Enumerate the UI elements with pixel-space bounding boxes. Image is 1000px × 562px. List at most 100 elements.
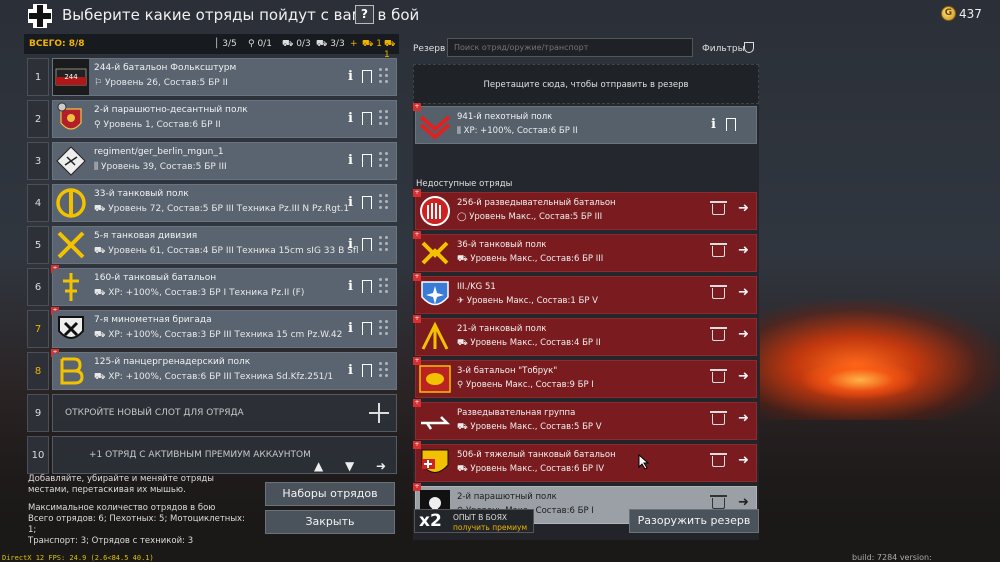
- info-icon[interactable]: i: [711, 117, 716, 132]
- arrow-right-icon[interactable]: ➜: [738, 327, 749, 342]
- arrow-right-icon[interactable]: ➜: [738, 243, 749, 258]
- unavailable-squad-row[interactable]: + 3-й батальон "Тобрук" ⚲ Уровень Макс.,…: [413, 357, 757, 398]
- search-input[interactable]: [447, 38, 693, 57]
- squad-presets-button[interactable]: Наборы отрядов: [265, 482, 395, 506]
- plus-icon[interactable]: [369, 403, 389, 423]
- squad-row[interactable]: 7 + 7-я минометная бригада ⛟ XP: +100%, …: [27, 307, 397, 348]
- drop-zone[interactable]: Перетащите сюда, чтобы отправить в резер…: [413, 64, 759, 104]
- bookmark-icon[interactable]: [362, 364, 372, 377]
- arrow-right-icon[interactable]: ➜: [738, 495, 749, 510]
- squad-emblem-icon: [419, 365, 451, 393]
- unavailable-squad-row[interactable]: + 506-й тяжелый танковый батальон ⛟ Уров…: [413, 441, 757, 482]
- bookmark-icon[interactable]: [362, 196, 372, 209]
- info-icon[interactable]: i: [348, 69, 354, 84]
- squad-name: 2-й парашютно-десантный полк: [94, 105, 248, 115]
- info-icon[interactable]: i: [348, 153, 354, 168]
- stat-infantry: │ 3/5: [214, 39, 237, 49]
- filters-label[interactable]: Фильтры: [702, 44, 745, 54]
- squad-row[interactable]: 2 2-й парашютно-десантный полк ⚲ Уровень…: [27, 100, 397, 138]
- premium-slot-label: +1 ОТРЯД С АКТИВНЫМ ПРЕМИУМ АККАУНТОМ: [89, 450, 311, 460]
- bookmark-icon[interactable]: [726, 118, 736, 131]
- build-version: build: 7284 version: 0.7.3.37@callisto: [852, 553, 932, 562]
- info-icon[interactable]: i: [348, 321, 354, 336]
- filter-shield-icon[interactable]: [744, 42, 754, 53]
- arrow-right-icon[interactable]: ➜: [738, 201, 749, 216]
- squad-row[interactable]: 4 33-й танковый полк ⛟ Уровень 72, Соста…: [27, 184, 397, 222]
- buy-basket-icon[interactable]: [710, 243, 727, 257]
- unavailable-squad-row[interactable]: + Разведывательная группа ⛟ Уровень Макс…: [413, 399, 757, 440]
- stat-vehicles: ⛟ 3/3: [316, 39, 345, 49]
- buy-basket-icon[interactable]: [710, 285, 727, 299]
- bookmark-icon[interactable]: [362, 280, 372, 293]
- squad-meta: ⚲ Уровень 1, Состав:6 БР II: [94, 120, 221, 130]
- bookmark-icon[interactable]: [362, 70, 372, 83]
- get-premium-link[interactable]: получить премиум: [453, 523, 527, 532]
- buy-basket-icon[interactable]: [710, 369, 727, 383]
- squad-name: 36-й танковый полк: [457, 240, 547, 250]
- info-icon[interactable]: i: [348, 195, 354, 210]
- max-squads-line1: Всего отрядов: 6; Пехотных: 5; Мотоцикле…: [28, 514, 245, 535]
- buy-basket-icon[interactable]: [710, 327, 727, 341]
- arrow-right-icon[interactable]: ➜: [738, 411, 749, 426]
- buy-basket-icon[interactable]: [710, 495, 727, 509]
- drag-handle-icon[interactable]: [379, 68, 389, 84]
- slot-number: 5: [27, 226, 49, 264]
- squad-row[interactable]: 3 regiment/ger_berlin_mgun_1 ⫼ Уровень 3…: [27, 142, 397, 180]
- bookmark-icon[interactable]: [362, 322, 372, 335]
- stat-artillery: ⛟ 0/3: [282, 39, 311, 49]
- drag-handle-icon[interactable]: [379, 194, 389, 210]
- max-squads-title: Максимальное количество отрядов в бою: [28, 503, 216, 513]
- empty-slot-row[interactable]: 9 ОТКРОЙТЕ НОВЫЙ СЛОТ ДЛЯ ОТРЯДА: [27, 394, 397, 432]
- drag-handle-icon[interactable]: [379, 236, 389, 252]
- arrow-right-icon[interactable]: ➜: [738, 453, 749, 468]
- help-text: Добавляйте, убирайте и меняйте отряды ме…: [28, 474, 253, 547]
- squad-row[interactable]: 8 + 125-й панцергренадерский полк ⛟ XP: …: [27, 349, 397, 390]
- buy-basket-icon[interactable]: [710, 453, 727, 467]
- info-icon[interactable]: i: [348, 111, 354, 126]
- drag-handle-icon[interactable]: [379, 110, 389, 126]
- gold-coin-icon: G: [941, 6, 956, 21]
- squad-name: 256-й разведывательный батальон: [457, 198, 616, 208]
- drag-handle-icon[interactable]: [379, 320, 389, 336]
- arrow-down-icon[interactable]: ▼: [345, 459, 354, 473]
- open-slot-card[interactable]: ОТКРОЙТЕ НОВЫЙ СЛОТ ДЛЯ ОТРЯДА: [52, 394, 397, 432]
- unavailable-squad-row[interactable]: + 21-й танковый полк ⛟ Уровень Макс., Со…: [413, 315, 757, 356]
- info-icon[interactable]: i: [348, 363, 354, 378]
- info-icon[interactable]: i: [348, 237, 354, 252]
- arrow-right-icon[interactable]: ➜: [738, 285, 749, 300]
- squad-meta: ⛟ Уровень Макс., Состав:4 БР II: [457, 338, 601, 348]
- reserve-squad-row[interactable]: + 941-й пехотный полк ⫼ XP: +100%, Соста…: [413, 103, 757, 144]
- help-button[interactable]: ?: [355, 5, 374, 24]
- squad-emblem-icon: 244: [53, 59, 89, 95]
- disarm-reserve-button[interactable]: Разоружить резерв: [629, 509, 759, 533]
- squad-row[interactable]: 5 5-я танковая дивизия ⛟ Уровень 61, Сос…: [27, 226, 397, 264]
- arrow-right-icon[interactable]: ➜: [738, 369, 749, 384]
- drag-handle-icon[interactable]: [379, 152, 389, 168]
- bookmark-icon[interactable]: [362, 238, 372, 251]
- arrow-right-icon[interactable]: ➜: [376, 459, 386, 473]
- squad-row[interactable]: 6 + 160-й танковый батальон ⛟ XP: +100%,…: [27, 265, 397, 306]
- buy-basket-icon[interactable]: [710, 201, 727, 215]
- arrow-up-icon[interactable]: ▲: [314, 459, 323, 473]
- unavailable-squad-row[interactable]: + 256-й разведывательный батальон ◯ Уров…: [413, 189, 757, 230]
- slot-number: 1: [27, 58, 49, 96]
- mouse-cursor-icon: [638, 454, 650, 470]
- buy-basket-icon[interactable]: [710, 411, 727, 425]
- squad-emblem-icon: [420, 196, 450, 226]
- drag-handle-icon[interactable]: [379, 362, 389, 378]
- unavailable-squad-row[interactable]: + III./KG 51 ✈ Уровень Макс., Состав:1 Б…: [413, 273, 757, 314]
- slot-number: 6: [27, 268, 49, 306]
- premium-slot-row[interactable]: 10 +1 ОТРЯД С АКТИВНЫМ ПРЕМИУМ АККАУНТОМ: [27, 436, 397, 474]
- squad-emblem-icon: [421, 241, 449, 265]
- unavailable-squad-row[interactable]: + 36-й танковый полк ⛟ Уровень Макс., Со…: [413, 231, 757, 272]
- info-icon[interactable]: i: [348, 279, 354, 294]
- xp-premium-box[interactable]: x2 ОПЫТ В БОЯХ получить премиум: [414, 509, 534, 533]
- close-button[interactable]: Закрыть: [265, 510, 395, 534]
- max-squads-line2: Транспорт: 3; Отрядов с техникой: 3: [28, 536, 194, 546]
- drag-handle-icon[interactable]: [743, 116, 753, 132]
- drag-handle-icon[interactable]: [379, 278, 389, 294]
- squad-row[interactable]: 1 244 244-й батальон Фольксштурм ⚐ Урове…: [27, 58, 397, 96]
- squad-name: III./KG 51: [457, 282, 496, 292]
- bookmark-icon[interactable]: [362, 154, 372, 167]
- bookmark-icon[interactable]: [362, 112, 372, 125]
